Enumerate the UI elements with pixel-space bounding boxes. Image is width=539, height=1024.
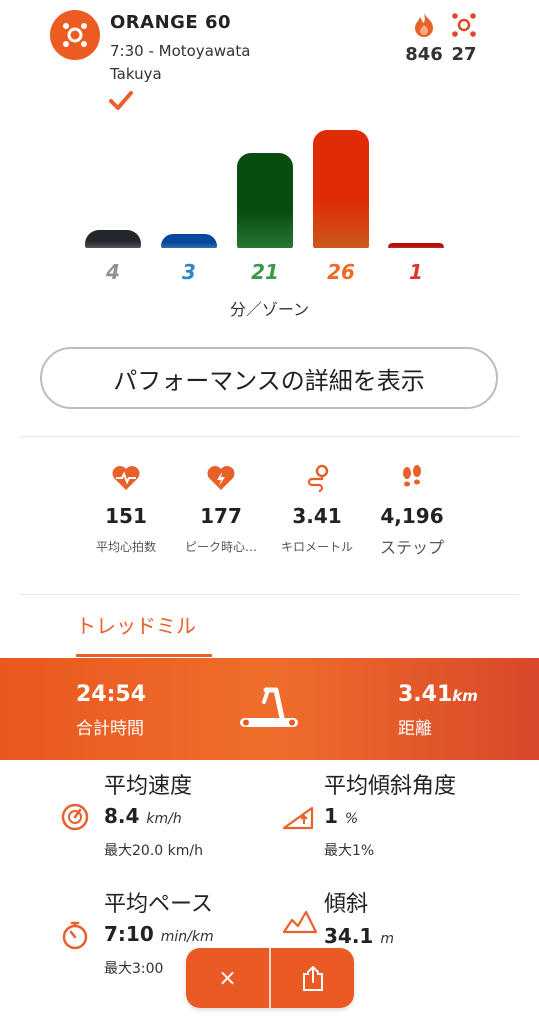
avg-heart-rate-value: 151 <box>105 504 147 528</box>
treadmill-icon <box>236 684 302 740</box>
summary-avg-heart-rate: 151 平均心拍数 <box>76 460 176 555</box>
avg-incline-title: 平均傾斜角度 <box>324 774 457 799</box>
max-speed: 最大20.0 km/h <box>104 843 203 859</box>
peak-heart-icon <box>171 460 271 496</box>
splat-points-icon <box>452 13 476 37</box>
avg-speed-unit: km/h <box>146 811 182 827</box>
total-time-label: 合計時間 <box>76 719 144 739</box>
tab-treadmill[interactable]: トレッドミル <box>76 610 196 639</box>
zone-label-blue: 3 <box>182 260 196 284</box>
distance-value: 3.41km <box>398 682 478 707</box>
summary-distance: 3.41 キロメートル <box>267 460 367 555</box>
footsteps-icon <box>362 460 462 496</box>
share-icon <box>302 966 323 991</box>
elevation-title: 傾斜 <box>324 892 369 917</box>
calories-stat: 846 <box>404 12 444 65</box>
avg-heart-rate-label: 平均心拍数 <box>95 540 156 554</box>
zone-label-gray: 4 <box>106 260 120 284</box>
avg-speed-title: 平均速度 <box>104 774 193 799</box>
zone-minutes-chart: 4 3 21 26 1 <box>0 120 539 320</box>
distance-km-label: キロメートル <box>280 540 353 554</box>
distance-label: 距離 <box>398 719 432 739</box>
elevation-unit: m <box>380 931 394 947</box>
distance-km-value: 3.41 <box>292 504 342 528</box>
avg-incline-number: 1 <box>324 804 338 828</box>
orangetheory-logo <box>50 10 100 60</box>
divider <box>20 594 519 595</box>
calories-value: 846 <box>405 44 443 65</box>
total-time-value: 24:54 <box>76 682 147 707</box>
splat-icon <box>63 23 87 47</box>
flame-icon <box>415 13 433 37</box>
treadmill-summary-band: 24:54 合計時間 3.41km 距離 <box>0 658 539 760</box>
distance-number: 3.41 <box>398 682 453 707</box>
coach-name: Takuya <box>110 65 162 83</box>
avg-speed-number: 8.4 <box>104 804 140 828</box>
elevation-number: 34.1 <box>324 924 374 948</box>
tab-indicator <box>76 654 212 657</box>
avg-incline-value: 1 % <box>324 804 358 828</box>
summary-peak-heart-rate: 177 ピーク時心… <box>171 460 271 555</box>
performance-details-button[interactable]: パフォーマンスの詳細を表示 <box>40 347 498 409</box>
class-title: ORANGE 60 <box>110 12 232 33</box>
class-time-location: 7:30 - Motoyawata <box>110 42 251 60</box>
zone-label-red: 1 <box>409 260 423 284</box>
incline-icon <box>282 804 316 834</box>
heart-rate-icon <box>76 460 176 496</box>
elevation-value: 34.1 m <box>324 924 394 948</box>
zone-bar-red <box>388 243 444 248</box>
peak-heart-rate-label: ピーク時心… <box>184 540 257 554</box>
checkmark-icon <box>108 90 134 116</box>
steps-value: 4,196 <box>380 504 444 528</box>
zone-label-green: 21 <box>251 260 279 284</box>
close-icon: × <box>218 965 237 991</box>
avg-incline-unit: % <box>344 811 359 827</box>
action-bar: × <box>186 948 354 1008</box>
close-button[interactable]: × <box>186 948 269 1008</box>
zone-bar-gray <box>85 230 141 248</box>
splat-points-stat: 27 <box>444 12 484 65</box>
zone-bar-orange <box>313 130 369 248</box>
divider <box>20 436 519 437</box>
splat-points-value: 27 <box>451 44 477 65</box>
max-pace: 最大3:00 <box>104 961 164 977</box>
distance-unit: km <box>452 687 478 705</box>
avg-pace-unit: min/km <box>160 929 214 945</box>
avg-pace-value: 7:10 min/km <box>104 922 214 946</box>
summary-steps: 4,196 ステップ <box>362 460 462 558</box>
peak-heart-rate-value: 177 <box>200 504 242 528</box>
avg-pace-number: 7:10 <box>104 922 154 946</box>
route-icon <box>267 460 367 496</box>
speedometer-icon <box>60 802 90 836</box>
mountain-icon <box>282 906 318 940</box>
avg-pace-title: 平均ペース <box>104 892 213 917</box>
share-button[interactable] <box>271 948 354 1008</box>
steps-label: ステップ <box>379 538 444 557</box>
max-incline: 最大1% <box>324 843 375 859</box>
zone-bar-blue <box>161 234 217 248</box>
zone-caption: 分／ゾーン <box>229 300 310 319</box>
avg-speed-value: 8.4 km/h <box>104 804 182 828</box>
zone-label-orange: 26 <box>327 260 355 284</box>
zone-bar-green <box>237 153 293 248</box>
stopwatch-icon <box>60 920 90 954</box>
